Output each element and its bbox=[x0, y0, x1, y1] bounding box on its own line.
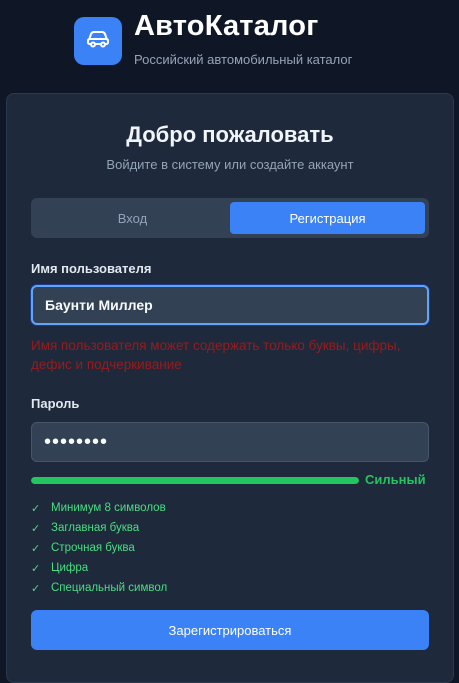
password-value: •••••••• bbox=[44, 430, 109, 453]
check-icon: ✓ bbox=[31, 562, 41, 575]
username-error: Имя пользователя может содержать только … bbox=[31, 338, 401, 372]
requirement-item: ✓ Строчная буква bbox=[31, 538, 167, 558]
requirement-item: ✓ Заглавная буква bbox=[31, 518, 167, 538]
register-button[interactable]: Зарегистрироваться bbox=[31, 610, 429, 650]
username-value: Баунти Миллер bbox=[45, 297, 153, 313]
username-input[interactable]: Баунти Миллер bbox=[31, 285, 429, 325]
requirement-label: Цифра bbox=[51, 562, 89, 574]
auth-tabs: Вход Регистрация bbox=[31, 198, 429, 238]
auth-card: Добро пожаловать Войдите в систему или с… bbox=[6, 93, 454, 683]
tab-register[interactable]: Регистрация bbox=[230, 202, 425, 234]
requirement-label: Строчная буква bbox=[51, 542, 135, 554]
password-input[interactable]: •••••••• bbox=[31, 422, 429, 462]
password-requirements: ✓ Минимум 8 символов ✓ Заглавная буква ✓ Стро… bbox=[31, 498, 167, 598]
card-title: Добро пожаловать bbox=[126, 122, 334, 147]
check-icon: ✓ bbox=[31, 542, 41, 555]
requirement-label: Специальный символ bbox=[51, 582, 168, 594]
requirement-label: Заглавная буква bbox=[51, 522, 140, 534]
app-header: АвтоКаталог Российский автомобильный кат… bbox=[0, 0, 459, 92]
car-icon bbox=[86, 30, 110, 53]
app-subtitle: Российский автомобильный каталог bbox=[134, 52, 353, 67]
tab-login[interactable]: Вход bbox=[35, 202, 230, 234]
app-title: АвтоКаталог bbox=[134, 10, 319, 42]
requirement-label: Минимум 8 символов bbox=[51, 502, 166, 514]
password-strength-fill bbox=[31, 477, 359, 484]
check-icon: ✓ bbox=[31, 522, 41, 535]
password-strength-bar bbox=[31, 477, 359, 484]
card-subtitle: Войдите в систему или создайте аккаунт bbox=[106, 157, 354, 172]
check-icon: ✓ bbox=[31, 582, 41, 595]
check-icon: ✓ bbox=[31, 502, 41, 515]
password-strength-label: Сильный bbox=[365, 472, 426, 487]
username-label: Имя пользователя bbox=[31, 261, 152, 276]
app-logo bbox=[74, 17, 122, 65]
password-label: Пароль bbox=[31, 396, 80, 411]
requirement-item: ✓ Специальный символ bbox=[31, 578, 167, 598]
requirement-item: ✓ Цифра bbox=[31, 558, 167, 578]
requirement-item: ✓ Минимум 8 символов bbox=[31, 498, 167, 518]
